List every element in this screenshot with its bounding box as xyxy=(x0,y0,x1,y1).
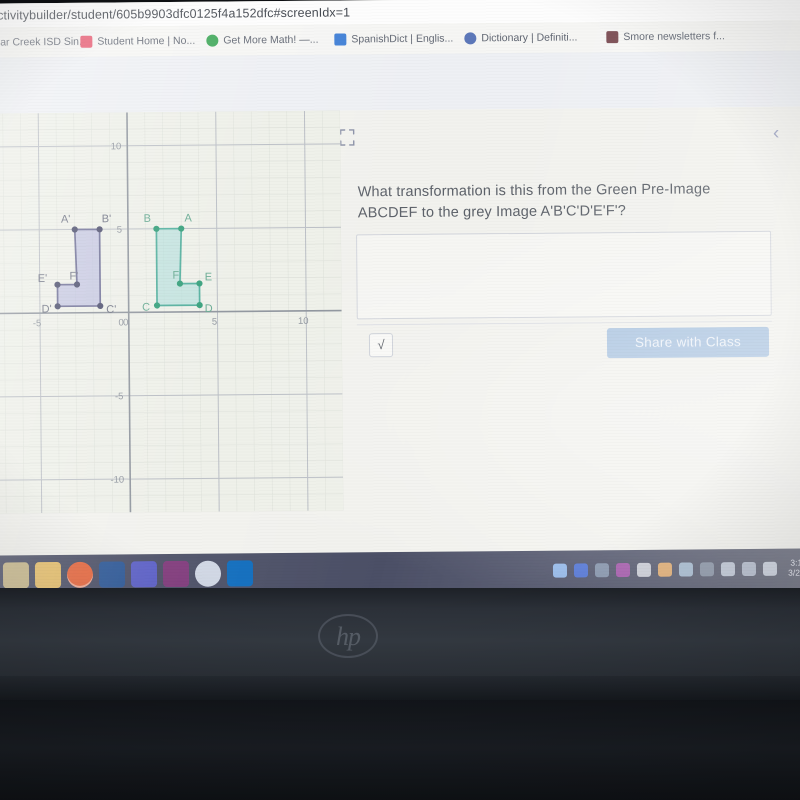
bookmark-label: SpanishDict | Englis... xyxy=(351,32,454,46)
spanishdict-icon xyxy=(334,33,347,46)
question-text: What transformation is this from the Gre… xyxy=(357,181,711,221)
vertex-label: A' xyxy=(61,214,71,226)
origin-label: 0 xyxy=(118,317,123,328)
vertex-point[interactable] xyxy=(54,303,61,310)
tray-icon-group[interactable] xyxy=(553,561,778,578)
onenote-tray-icon[interactable] xyxy=(616,563,631,578)
graph-canvas[interactable]: -5 0 5 10 10 5 -5 -10 0 A B C D E F A' B' C' D' E' F' xyxy=(0,110,344,514)
hp-logo: hp xyxy=(318,614,378,658)
google-chrome-icon[interactable] xyxy=(66,561,94,588)
vertex-label: C' xyxy=(106,304,116,316)
vertex-label: B xyxy=(144,213,151,225)
microsoft-store-icon[interactable] xyxy=(2,562,30,589)
vertex-point[interactable] xyxy=(153,225,160,232)
vertex-point[interactable] xyxy=(54,281,61,288)
headset-tray-icon[interactable] xyxy=(595,563,610,578)
screen-bezel-bottom xyxy=(0,588,800,684)
x-tick-label: -5 xyxy=(33,318,42,329)
vertex-point[interactable] xyxy=(96,226,103,233)
onedrive-cloud-icon[interactable] xyxy=(700,562,715,577)
microsoft-teams-icon[interactable] xyxy=(130,561,158,588)
vertex-label: F xyxy=(172,270,179,282)
bookmark-label: Dictionary | Definiti... xyxy=(481,31,578,45)
x-tick-label: 0 xyxy=(123,317,128,328)
vertex-point[interactable] xyxy=(178,225,185,232)
laptop-hinge xyxy=(0,676,800,702)
battery-icon[interactable] xyxy=(763,561,778,576)
vertex-label: E' xyxy=(38,273,48,285)
vertex-point[interactable] xyxy=(196,301,203,309)
bookmark-label: ear Creek ISD Sin... xyxy=(0,35,88,49)
bookmark-item[interactable]: ear Creek ISD Sin... xyxy=(0,36,88,49)
microsoft-word-icon[interactable] xyxy=(98,561,126,588)
file-explorer-icon[interactable] xyxy=(34,561,62,589)
bookmark-item[interactable]: Dictionary | Definiti... xyxy=(464,31,578,45)
activity-top-bar xyxy=(0,50,800,114)
bookmark-item[interactable]: Get More Math! —... xyxy=(206,33,319,47)
system-tray[interactable]: 3:17 3/24/ xyxy=(553,558,800,581)
y-tick-label: -10 xyxy=(110,475,124,486)
microsoft-outlook-icon[interactable] xyxy=(226,560,254,587)
vertex-label: B' xyxy=(102,213,112,225)
vertex-label: A xyxy=(184,212,192,224)
taskbar-icon-group[interactable] xyxy=(2,560,254,589)
answer-toolbar: √ Share with Class xyxy=(356,320,773,369)
answer-input[interactable] xyxy=(356,230,772,320)
smore-icon xyxy=(606,31,619,44)
onedrive-tray-icon[interactable] xyxy=(553,563,568,578)
dictionary-icon xyxy=(464,32,477,45)
laptop-screen: activitybuilder/student/605b9903dfc0125f… xyxy=(0,0,800,596)
bookmark-label: Get More Math! —... xyxy=(223,33,319,47)
wifi-icon[interactable] xyxy=(742,561,757,577)
usb-tray-icon[interactable] xyxy=(637,562,652,577)
teams-tray-icon[interactable] xyxy=(574,563,589,578)
question-panel: What transformation is this from the Gre… xyxy=(347,108,800,412)
taskbar-clock[interactable]: 3:17 3/24/ xyxy=(788,558,800,579)
vertex-label: D xyxy=(205,303,213,315)
vertex-label: D' xyxy=(42,303,52,315)
bookmark-label: Smore newsletters f... xyxy=(623,30,725,44)
bookmark-item[interactable]: Smore newsletters f... xyxy=(606,30,725,44)
x-tick-label: 10 xyxy=(298,316,309,327)
vertex-point[interactable] xyxy=(97,302,104,310)
microsoft-onenote-icon[interactable] xyxy=(162,560,190,588)
y-tick-label: 5 xyxy=(117,225,122,236)
play-circle-icon xyxy=(206,34,219,47)
laptop-keyboard: f3 ⌨f4 ☐f5 □f6 □f7 □f8 □f9 □ #$%^&*( xyxy=(0,700,800,800)
vertex-label: F' xyxy=(69,270,78,282)
dropbox-tray-icon[interactable] xyxy=(658,562,673,577)
y-tick-label: 10 xyxy=(111,141,122,152)
bookmark-item[interactable]: SpanishDict | Englis... xyxy=(334,33,453,46)
activity-page: ‹ -5 0 5 10 10 5 -5 -10 0 A B C D E F A' B' C' D' E' F' What… xyxy=(0,50,800,556)
coordinate-graph[interactable]: -5 0 5 10 10 5 -5 -10 0 A B C D E F A' B' C' D' E' F' xyxy=(0,110,344,514)
y-tick-label: -5 xyxy=(115,391,124,402)
globe-tray-icon[interactable] xyxy=(679,562,694,577)
vertex-point[interactable] xyxy=(153,302,161,309)
x-tick-label: 5 xyxy=(212,317,217,328)
volume-icon[interactable] xyxy=(721,562,736,577)
bookmark-label: Student Home | No... xyxy=(97,34,196,48)
url-text: activitybuilder/student/605b9903dfc0125f… xyxy=(0,5,351,23)
bookmark-item[interactable]: Student Home | No... xyxy=(80,35,195,48)
vertex-label: E xyxy=(205,271,212,283)
laptop-photo: activitybuilder/student/605b9903dfc0125f… xyxy=(0,0,800,800)
onedrive-icon[interactable] xyxy=(194,560,222,587)
notability-icon xyxy=(80,35,93,48)
vertex-label: C xyxy=(142,302,150,314)
vertex-point[interactable] xyxy=(196,280,203,287)
clock-date: 3/24/ xyxy=(788,567,800,578)
share-with-class-button[interactable]: Share with Class xyxy=(606,326,770,359)
vertex-point[interactable] xyxy=(71,226,78,233)
math-keypad-button[interactable]: √ xyxy=(368,333,394,358)
